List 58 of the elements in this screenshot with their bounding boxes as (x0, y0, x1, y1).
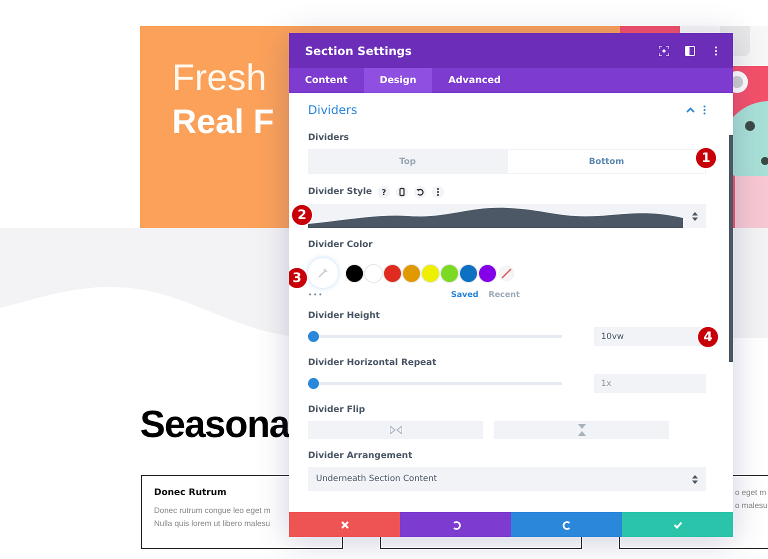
check-icon (672, 520, 682, 530)
step-number-marker: 4 (697, 326, 719, 348)
step-number-marker: 2 (291, 204, 313, 226)
field-label: Divider Flip (308, 405, 366, 415)
eyedropper-icon (317, 267, 329, 279)
step-number-marker: 1 (695, 147, 717, 169)
color-tab[interactable]: Recent (484, 290, 525, 299)
card-text: Donec rutrum congue leo eget m (154, 506, 272, 515)
card-text: o eget m (735, 488, 768, 497)
redo-icon (562, 520, 572, 530)
more-options-icon[interactable] (432, 186, 444, 198)
card-text: Nulla quis lorem ut libero malesu (154, 519, 272, 528)
color-swatch[interactable] (460, 264, 477, 282)
color-swatch[interactable] (479, 264, 496, 282)
field-label: Divider Height (308, 311, 380, 321)
settings-tab[interactable]: Advanced (432, 68, 517, 93)
settings-tab[interactable]: Design (364, 68, 432, 93)
hero-title: Fresh (172, 56, 267, 100)
hero-subtitle: Real F (172, 102, 274, 143)
value-input[interactable]: 1x (594, 374, 706, 393)
collapse-chevron-icon[interactable] (686, 107, 695, 113)
slider-thumb[interactable] (308, 378, 319, 389)
check-button[interactable] (622, 512, 733, 537)
select-arrows-icon (692, 212, 698, 220)
modal-title: Section Settings (305, 44, 413, 58)
field-label: Divider Color (308, 240, 373, 250)
close-icon (340, 520, 350, 530)
color-swatch[interactable] (422, 264, 439, 282)
split-view-icon[interactable] (685, 46, 695, 56)
color-tab[interactable]: Saved (446, 290, 484, 299)
no-color-swatch-icon[interactable] (498, 264, 515, 282)
field-label: Divider Horizontal Repeat (308, 358, 436, 368)
vertical-flip-icon (578, 424, 586, 436)
field-label: Divider Arrangement (308, 451, 412, 461)
slider-thumb[interactable] (308, 331, 320, 342)
color-swatch[interactable] (365, 264, 382, 282)
undo-icon (450, 520, 460, 530)
field-label: Dividers (308, 133, 349, 143)
reset-icon[interactable] (414, 186, 426, 198)
color-swatch[interactable] (384, 264, 401, 282)
mobile-icon[interactable] (396, 186, 408, 198)
section-title[interactable]: Dividers (308, 103, 686, 117)
section-heading: Seasona (140, 404, 290, 447)
help-button[interactable]: ? (378, 186, 390, 198)
color-swatch[interactable] (403, 264, 420, 282)
select-arrows-icon (692, 474, 698, 484)
card-title: Donec Rutrum (154, 488, 228, 498)
expand-icon[interactable] (659, 46, 669, 56)
card-text: o malesu (735, 501, 768, 510)
settings-tab[interactable]: Content (289, 68, 364, 93)
color-swatch[interactable] (346, 264, 363, 282)
arrangement-select[interactable]: Underneath Section Content (308, 467, 706, 491)
scrollbar[interactable] (729, 135, 733, 362)
horizontal-flip-icon (390, 426, 402, 434)
color-picker-button[interactable] (308, 258, 338, 288)
field-label: Divider Style (308, 187, 372, 197)
step-number-marker: 3 (289, 267, 308, 289)
color-swatch[interactable] (441, 264, 458, 282)
